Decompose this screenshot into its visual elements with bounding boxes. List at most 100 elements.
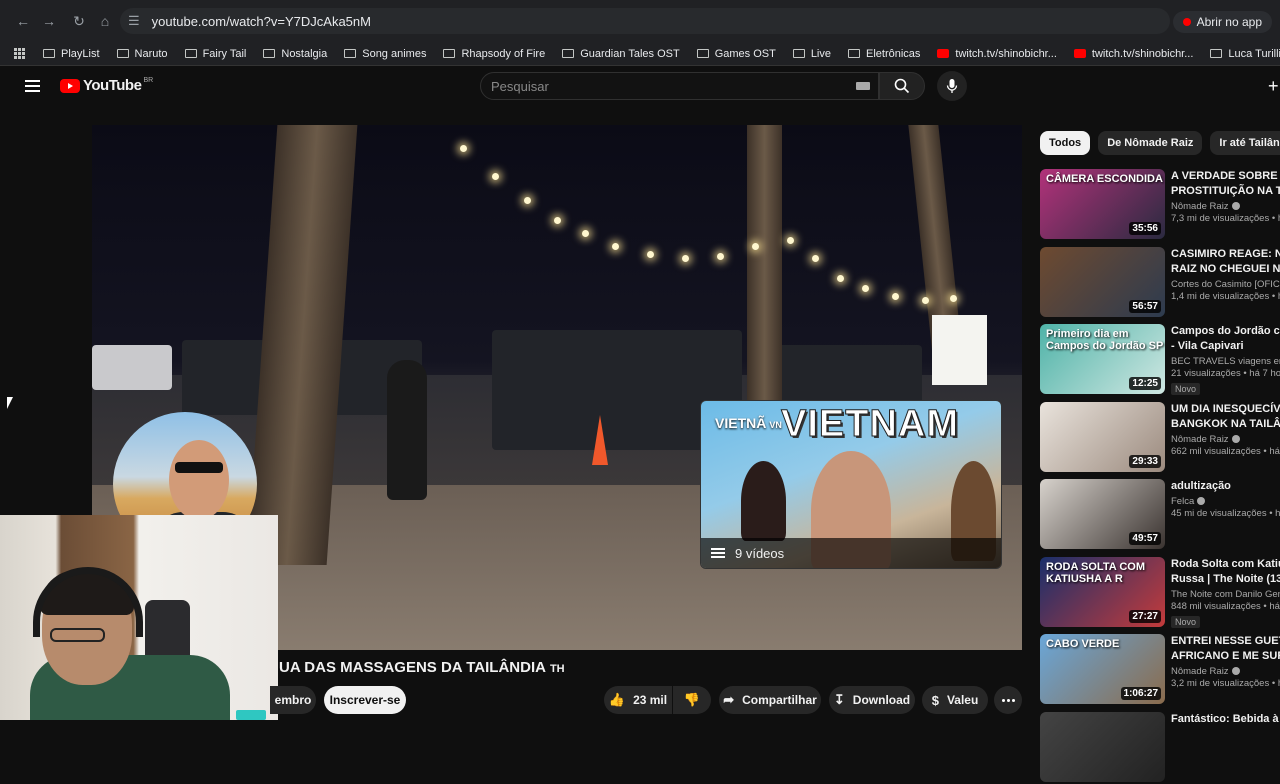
- open-in-app-button[interactable]: Abrir no app: [1172, 11, 1272, 33]
- bookmark-item[interactable]: Guardian Tales OST: [562, 48, 680, 60]
- bookmark-label: Fairy Tail: [202, 47, 247, 60]
- mouse-cursor-icon: [7, 397, 13, 409]
- site-settings-icon[interactable]: ☰: [128, 13, 140, 29]
- video-title-line[interactable]: - Vila Capivari: [1171, 339, 1280, 354]
- channel-name[interactable]: Nômade Raiz: [1171, 666, 1280, 677]
- recommendation-item[interactable]: RODA SOLTA COM KATIUSHA A R 27:27 Roda Sol…: [1040, 556, 1280, 629]
- filter-chip[interactable]: De Nômade Raiz: [1098, 131, 1203, 155]
- search-button[interactable]: [879, 72, 925, 100]
- apps-grid-icon[interactable]: [14, 47, 25, 60]
- video-title-line[interactable]: Roda Solta com Katiusha: [1171, 557, 1280, 572]
- recommendation-item[interactable]: CÂMERA ESCONDIDA 35:56 A VERDADE SOBRE A PR…: [1040, 169, 1280, 241]
- forward-icon[interactable]: →: [38, 10, 60, 32]
- reload-icon[interactable]: ↻: [68, 10, 90, 32]
- home-icon[interactable]: ⌂: [94, 10, 116, 32]
- desk-light: [236, 710, 266, 720]
- recommendation-item[interactable]: 29:33 UM DIA INESQUECÍVELBANGKOK NA TAILÂ…: [1040, 401, 1280, 474]
- bookmark-item[interactable]: Rhapsody of Fire: [443, 48, 545, 60]
- video-thumbnail[interactable]: Primeiro dia em Campos do Jordão SP 12:25: [1040, 324, 1165, 394]
- recommendation-item[interactable]: CABO VERDE 1:06:27 ENTREI NESSE GUETOAFRIC…: [1040, 634, 1280, 706]
- dislike-button[interactable]: 👎: [673, 686, 711, 714]
- thumbs-down-icon: 👎: [683, 692, 701, 707]
- video-meta: 1,4 mi de visualizações • há: [1171, 290, 1280, 302]
- bookmark-item[interactable]: twitch.tv/shinobichr...: [1073, 48, 1193, 60]
- search-input[interactable]: Pesquisar: [480, 72, 879, 100]
- video-title-line[interactable]: Russa | The Noite (13/0: [1171, 572, 1280, 587]
- region-code: BR: [143, 77, 154, 84]
- video-title-line[interactable]: RAIZ NO CHEGUEI NO E: [1171, 262, 1280, 277]
- video-info: A VERDADE SOBRE APROSTITUIÇÃO NA TAI Nôma…: [1171, 169, 1280, 224]
- channel-name[interactable]: Nômade Raiz: [1171, 434, 1280, 445]
- bookmark-item[interactable]: Games OST: [696, 48, 776, 60]
- recommendation-item[interactable]: Fantástico: Bebida à v: [1040, 711, 1280, 784]
- video-title-line[interactable]: PROSTITUIÇÃO NA TAI: [1171, 184, 1280, 199]
- traffic-cone: [592, 415, 608, 465]
- video-thumbnail[interactable]: 56:57: [1040, 246, 1165, 317]
- video-info: Fantástico: Bebida à v: [1171, 712, 1280, 727]
- filter-chip[interactable]: Todos: [1040, 131, 1091, 155]
- channel-label: Cortes do Casimito [OFICIA: [1171, 278, 1280, 290]
- channel-name[interactable]: BEC TRAVELS viagens em f: [1171, 356, 1280, 367]
- video-duration: 12:25: [1129, 377, 1161, 390]
- bookmark-item[interactable]: Nostalgia: [263, 48, 327, 60]
- folder-icon: [43, 49, 55, 58]
- video-thumbnail[interactable]: CÂMERA ESCONDIDA 35:56: [1040, 169, 1165, 239]
- recommendation-item[interactable]: 49:57 adultização Felca 45 mi de visualizaç…: [1040, 479, 1280, 551]
- more-actions-button[interactable]: [994, 686, 1022, 714]
- video-thumbnail[interactable]: RODA SOLTA COM KATIUSHA A R 27:27: [1040, 556, 1165, 627]
- channel-name[interactable]: The Noite com Danilo Genti: [1171, 589, 1280, 600]
- video-title-line[interactable]: UM DIA INESQUECÍVEL: [1171, 402, 1280, 417]
- youtube-play-icon: [60, 78, 80, 93]
- share-button[interactable]: ➦ Compartilhar: [719, 686, 821, 714]
- menu-icon[interactable]: [25, 80, 40, 92]
- bookmark-label: twitch.tv/shinobichr...: [955, 47, 1057, 60]
- filter-chip[interactable]: Ir até Tailândia: [1210, 131, 1280, 155]
- address-bar[interactable]: ☰ youtube.com/watch?v=Y7DJcAka5nM: [120, 8, 1170, 34]
- playlist-small-title: VIETNÃ VN: [715, 415, 782, 431]
- open-app-label: Abrir no app: [1196, 15, 1262, 29]
- bookmark-item[interactable]: twitch.tv/shinobichr...: [937, 48, 1057, 60]
- video-title-line[interactable]: Fantástico: Bebida à v: [1171, 712, 1280, 727]
- playlist-count-bar: 9 vídeos: [701, 538, 1001, 568]
- video-title-line[interactable]: ENTREI NESSE GUETO: [1171, 634, 1280, 649]
- bookmark-item[interactable]: Naruto: [116, 48, 168, 60]
- bookmark-item[interactable]: Fairy Tail: [184, 47, 247, 60]
- video-thumbnail[interactable]: [1040, 711, 1165, 782]
- video-duration: 29:33: [1129, 454, 1161, 468]
- bookmark-item[interactable]: Live: [792, 48, 831, 60]
- bookmark-item[interactable]: Luca Turilli: [1210, 48, 1280, 60]
- back-icon[interactable]: ←: [12, 10, 34, 32]
- bookmark-label: Luca Turilli: [1228, 47, 1280, 60]
- channel-name[interactable]: Felca: [1171, 496, 1280, 507]
- recommendation-item[interactable]: 56:57 CASIMIRO REAGE: NÔ RAIZ NO CHEGUEI N…: [1040, 246, 1280, 319]
- join-button[interactable]: embro: [270, 686, 316, 714]
- video-title-line[interactable]: CASIMIRO REAGE: NÔ: [1171, 247, 1280, 262]
- thumbnail-text: RODA SOLTA COM KATIUSHA A R: [1046, 560, 1145, 585]
- keyboard-icon[interactable]: [856, 82, 870, 90]
- video-title-line[interactable]: A VERDADE SOBRE A: [1171, 169, 1280, 184]
- recommendation-item[interactable]: Primeiro dia em Campos do Jordão SP 12:25…: [1040, 324, 1280, 396]
- subscribe-button[interactable]: Inscrever-se: [324, 686, 406, 714]
- playlist-card[interactable]: VIETNÃ VN VIETNAM 9 vídeos: [700, 400, 1002, 569]
- video-title-line[interactable]: AFRICANO E ME SURP: [1171, 649, 1280, 664]
- video-title-line[interactable]: Campos do Jordão com: [1171, 324, 1280, 339]
- light-bulb: [554, 217, 561, 224]
- thanks-button[interactable]: $ Valeu: [922, 686, 988, 714]
- video-thumbnail[interactable]: 29:33: [1040, 401, 1165, 472]
- voice-search-button[interactable]: [937, 71, 967, 101]
- bookmark-item[interactable]: Song animes: [344, 48, 426, 60]
- video-thumbnail[interactable]: 49:57: [1040, 479, 1165, 549]
- video-title-line[interactable]: BANGKOK NA TAILÂND: [1171, 417, 1280, 432]
- youtube-logo[interactable]: YouTube BR: [60, 77, 153, 94]
- bookmark-label: Rhapsody of Fire: [461, 47, 546, 60]
- channel-name[interactable]: Nômade Raiz: [1171, 201, 1280, 212]
- channel-name[interactable]: Cortes do Casimito [OFICIA: [1171, 279, 1280, 290]
- video-title-line[interactable]: adultização: [1171, 479, 1280, 494]
- bookmark-item[interactable]: PlayList: [43, 48, 100, 60]
- bookmark-item[interactable]: Eletrônicas: [848, 48, 920, 60]
- download-button[interactable]: ↧ Download: [829, 686, 915, 714]
- like-button[interactable]: 👍 23 mil: [604, 686, 672, 714]
- video-thumbnail[interactable]: CABO VERDE 1:06:27: [1040, 634, 1165, 704]
- video-meta: 662 mil visualizações • há: [1171, 445, 1280, 457]
- create-icon[interactable]: +: [1268, 76, 1279, 97]
